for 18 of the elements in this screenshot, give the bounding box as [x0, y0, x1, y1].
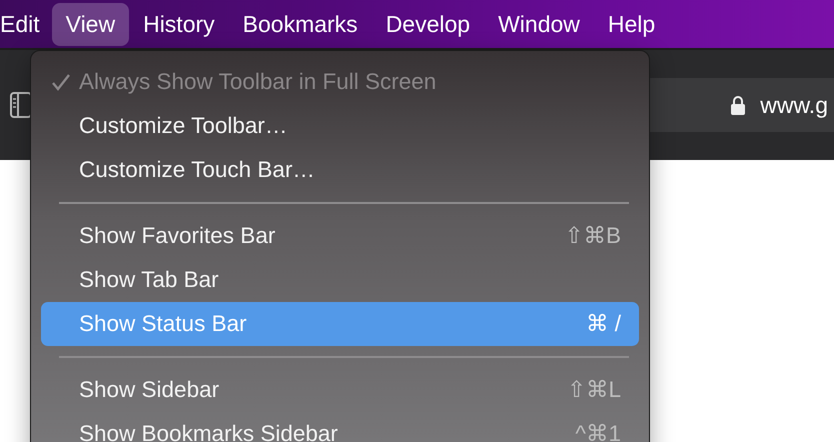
shortcut-label: ⇧⌘L [567, 377, 621, 403]
menu-item[interactable]: Show Bookmarks Sidebar ^⌘1 [41, 412, 639, 442]
menu-item[interactable]: Customize Toolbar… [41, 104, 639, 148]
menu-item[interactable]: Show Tab Bar [41, 258, 639, 302]
menu-bar-item[interactable]: Window [484, 2, 594, 46]
menu-bar-item[interactable]: History [129, 2, 229, 46]
lock-icon [730, 95, 746, 115]
menu-bar-item[interactable]: Edit [0, 2, 52, 46]
menu-bar-item[interactable]: Help [594, 2, 670, 46]
menu-bar-item[interactable]: View [52, 2, 130, 46]
shortcut-label: ⌘ / [586, 311, 621, 337]
menu-item[interactable]: Show Favorites Bar ⇧⌘B [41, 214, 639, 258]
menu-item[interactable]: Customize Touch Bar… [41, 148, 639, 192]
shortcut-label: ⇧⌘B [564, 223, 621, 249]
menu-item[interactable]: Show Sidebar ⇧⌘L [41, 368, 639, 412]
menu-bar-item[interactable]: Bookmarks [228, 2, 372, 46]
menu-bar-item[interactable]: Develop [372, 2, 484, 46]
shortcut-label: ^⌘1 [575, 421, 621, 442]
